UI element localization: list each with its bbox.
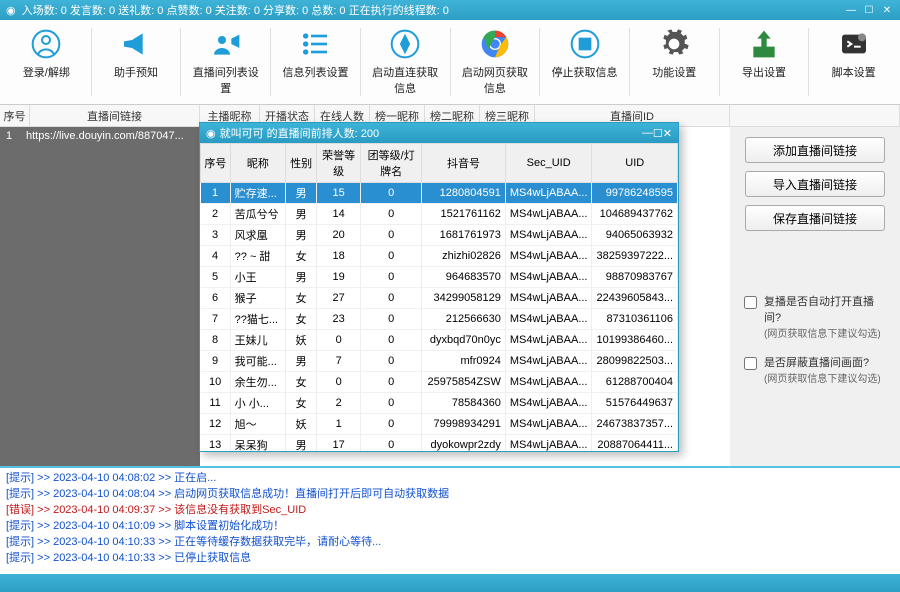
table-header[interactable]: Sec_UID: [505, 144, 592, 183]
login-button[interactable]: 登录/解绑: [8, 24, 85, 100]
add-link-button[interactable]: 添加直播间链接: [745, 137, 885, 163]
log-line: [提示] >> 2023-04-10 04:10:33 >> 已停止获取信息: [6, 550, 894, 566]
table-row[interactable]: 11小 小...女2078584360MS4wLjABAA...51576449…: [201, 393, 678, 414]
direct-button[interactable]: 启动直连获取信息: [367, 24, 444, 100]
script-button[interactable]: 脚本设置: [815, 24, 892, 100]
rocket-icon: [389, 28, 421, 60]
table-row[interactable]: 8王妹儿妖00dyxbqd70n0ycMS4wLjABAA...10199386…: [201, 330, 678, 351]
list-item[interactable]: 1 https://live.douyin.com/887047...: [0, 127, 200, 145]
stop-icon: [569, 28, 601, 60]
log-line: [提示] >> 2023-04-10 04:10:09 >> 脚本设置初始化成功…: [6, 518, 894, 534]
log-line: [错误] >> 2023-04-10 04:09:37 >> 该信息没有获取到S…: [6, 502, 894, 518]
checkbox-icon[interactable]: [744, 296, 757, 309]
chrome-icon: [479, 28, 511, 60]
block-video-checkbox[interactable]: 是否屏蔽直播间画面?(网页获取信息下建议勾选): [740, 354, 890, 385]
table-row[interactable]: 3风求凰男2001681761973MS4wLjABAA...940650639…: [201, 225, 678, 246]
rank-dialog: ◉ 就叫可可 的直播间前排人数: 200 — ☐ ✕ 序号昵称性别荣誉等级团等级…: [199, 122, 679, 452]
table-header[interactable]: 团等级/灯牌名: [361, 144, 422, 183]
table-header[interactable]: 荣誉等级: [317, 144, 361, 183]
table-row[interactable]: 6猴子女27034299058129MS4wLjABAA...224396058…: [201, 288, 678, 309]
toolbar: 登录/解绑 助手预知 直播间列表设置 信息列表设置 启动直连获取信息 启动网页获…: [0, 20, 900, 105]
dialog-maximize-icon[interactable]: ☐: [653, 127, 663, 140]
table-header[interactable]: 抖音号: [422, 144, 506, 183]
list-icon: [299, 28, 331, 60]
func-button[interactable]: 功能设置: [636, 24, 713, 100]
dialog-minimize-icon[interactable]: —: [642, 127, 653, 139]
checkbox-icon[interactable]: [744, 357, 757, 370]
gear-icon: [658, 28, 690, 60]
titlebar: ◉ 入场数: 0 发言数: 0 送礼数: 0 点赞数: 0 关注数: 0 分享数…: [0, 0, 900, 20]
table-row[interactable]: 10余生勿...女0025975854ZSWMS4wLjABAA...61288…: [201, 372, 678, 393]
table-row[interactable]: 12旭～妖1079998934291MS4wLjABAA...246738373…: [201, 414, 678, 435]
search-icon: ◉: [206, 127, 216, 140]
maximize-icon[interactable]: ☐: [862, 3, 876, 17]
dialog-close-icon[interactable]: ✕: [663, 127, 672, 140]
user-icon: [30, 28, 62, 60]
rank-table[interactable]: 序号昵称性别荣誉等级团等级/灯牌名抖音号Sec_UIDUID 1贮存速...男1…: [200, 143, 678, 451]
log-line: [提示] >> 2023-04-10 04:08:04 >> 启动网页获取信息成…: [6, 486, 894, 502]
livelist-button[interactable]: 直播间列表设置: [187, 24, 264, 100]
helper-button[interactable]: 助手预知: [98, 24, 175, 100]
video-person-icon: [210, 28, 242, 60]
table-row[interactable]: 5小王男190964683570MS4wLjABAA...98870983767: [201, 267, 678, 288]
live-room-list[interactable]: 1 https://live.douyin.com/887047...: [0, 127, 200, 466]
log-panel[interactable]: [提示] >> 2023-04-10 04:08:02 >> 正在启...[提示…: [0, 466, 900, 574]
search-icon: ◉: [6, 4, 16, 17]
col-link[interactable]: 直播间链接: [30, 105, 200, 126]
col-index[interactable]: 序号: [0, 105, 30, 126]
webpage-button[interactable]: 启动网页获取信息: [457, 24, 534, 100]
table-header[interactable]: 昵称: [230, 144, 285, 183]
log-line: [提示] >> 2023-04-10 04:08:02 >> 正在启...: [6, 470, 894, 486]
table-header[interactable]: 性别: [286, 144, 317, 183]
dialog-titlebar: ◉ 就叫可可 的直播间前排人数: 200 — ☐ ✕: [200, 123, 678, 143]
infolist-button[interactable]: 信息列表设置: [277, 24, 354, 100]
log-line: [提示] >> 2023-04-10 04:10:33 >> 正在等待缓存数据获…: [6, 534, 894, 550]
table-row[interactable]: 13呆呆狗男170dyokowpr2zdyMS4wLjABAA...208870…: [201, 435, 678, 452]
right-panel: 添加直播间链接 导入直播间链接 保存直播间链接 复播是否自动打开直播间?(网页获…: [730, 127, 900, 466]
table-row[interactable]: 2苦瓜兮兮男1401521761162MS4wLjABAA...10468943…: [201, 204, 678, 225]
close-icon[interactable]: ✕: [880, 3, 894, 17]
export-icon: [748, 28, 780, 60]
dialog-title: 就叫可可 的直播间前排人数: 200: [220, 125, 642, 141]
table-row[interactable]: 9我可能...男70mfr0924MS4wLjABAA...2809982250…: [201, 351, 678, 372]
statusbar: [0, 574, 900, 592]
save-link-button[interactable]: 保存直播间链接: [745, 205, 885, 231]
megaphone-icon: [120, 28, 152, 60]
main-area: 1 https://live.douyin.com/887047... ◉ 就叫…: [0, 127, 900, 466]
table-header[interactable]: UID: [592, 144, 678, 183]
minimize-icon[interactable]: —: [844, 3, 858, 17]
table-row[interactable]: 4?? ~ 甜女180zhizhi02826MS4wLjABAA...38259…: [201, 246, 678, 267]
mid-area: ◉ 就叫可可 的直播间前排人数: 200 — ☐ ✕ 序号昵称性别荣誉等级团等级…: [200, 127, 730, 466]
stop-button[interactable]: 停止获取信息: [546, 24, 623, 100]
table-row[interactable]: 7??猫七...女230212566630MS4wLjABAA...873103…: [201, 309, 678, 330]
table-row[interactable]: 1贮存速...男1501280804591MS4wLjABAA...997862…: [201, 183, 678, 204]
export-button[interactable]: 导出设置: [726, 24, 803, 100]
terminal-icon: [838, 28, 870, 60]
auto-open-checkbox[interactable]: 复播是否自动打开直播间?(网页获取信息下建议勾选): [740, 293, 890, 340]
import-link-button[interactable]: 导入直播间链接: [745, 171, 885, 197]
titlebar-stats: 入场数: 0 发言数: 0 送礼数: 0 点赞数: 0 关注数: 0 分享数: …: [22, 2, 840, 18]
table-header[interactable]: 序号: [201, 144, 231, 183]
